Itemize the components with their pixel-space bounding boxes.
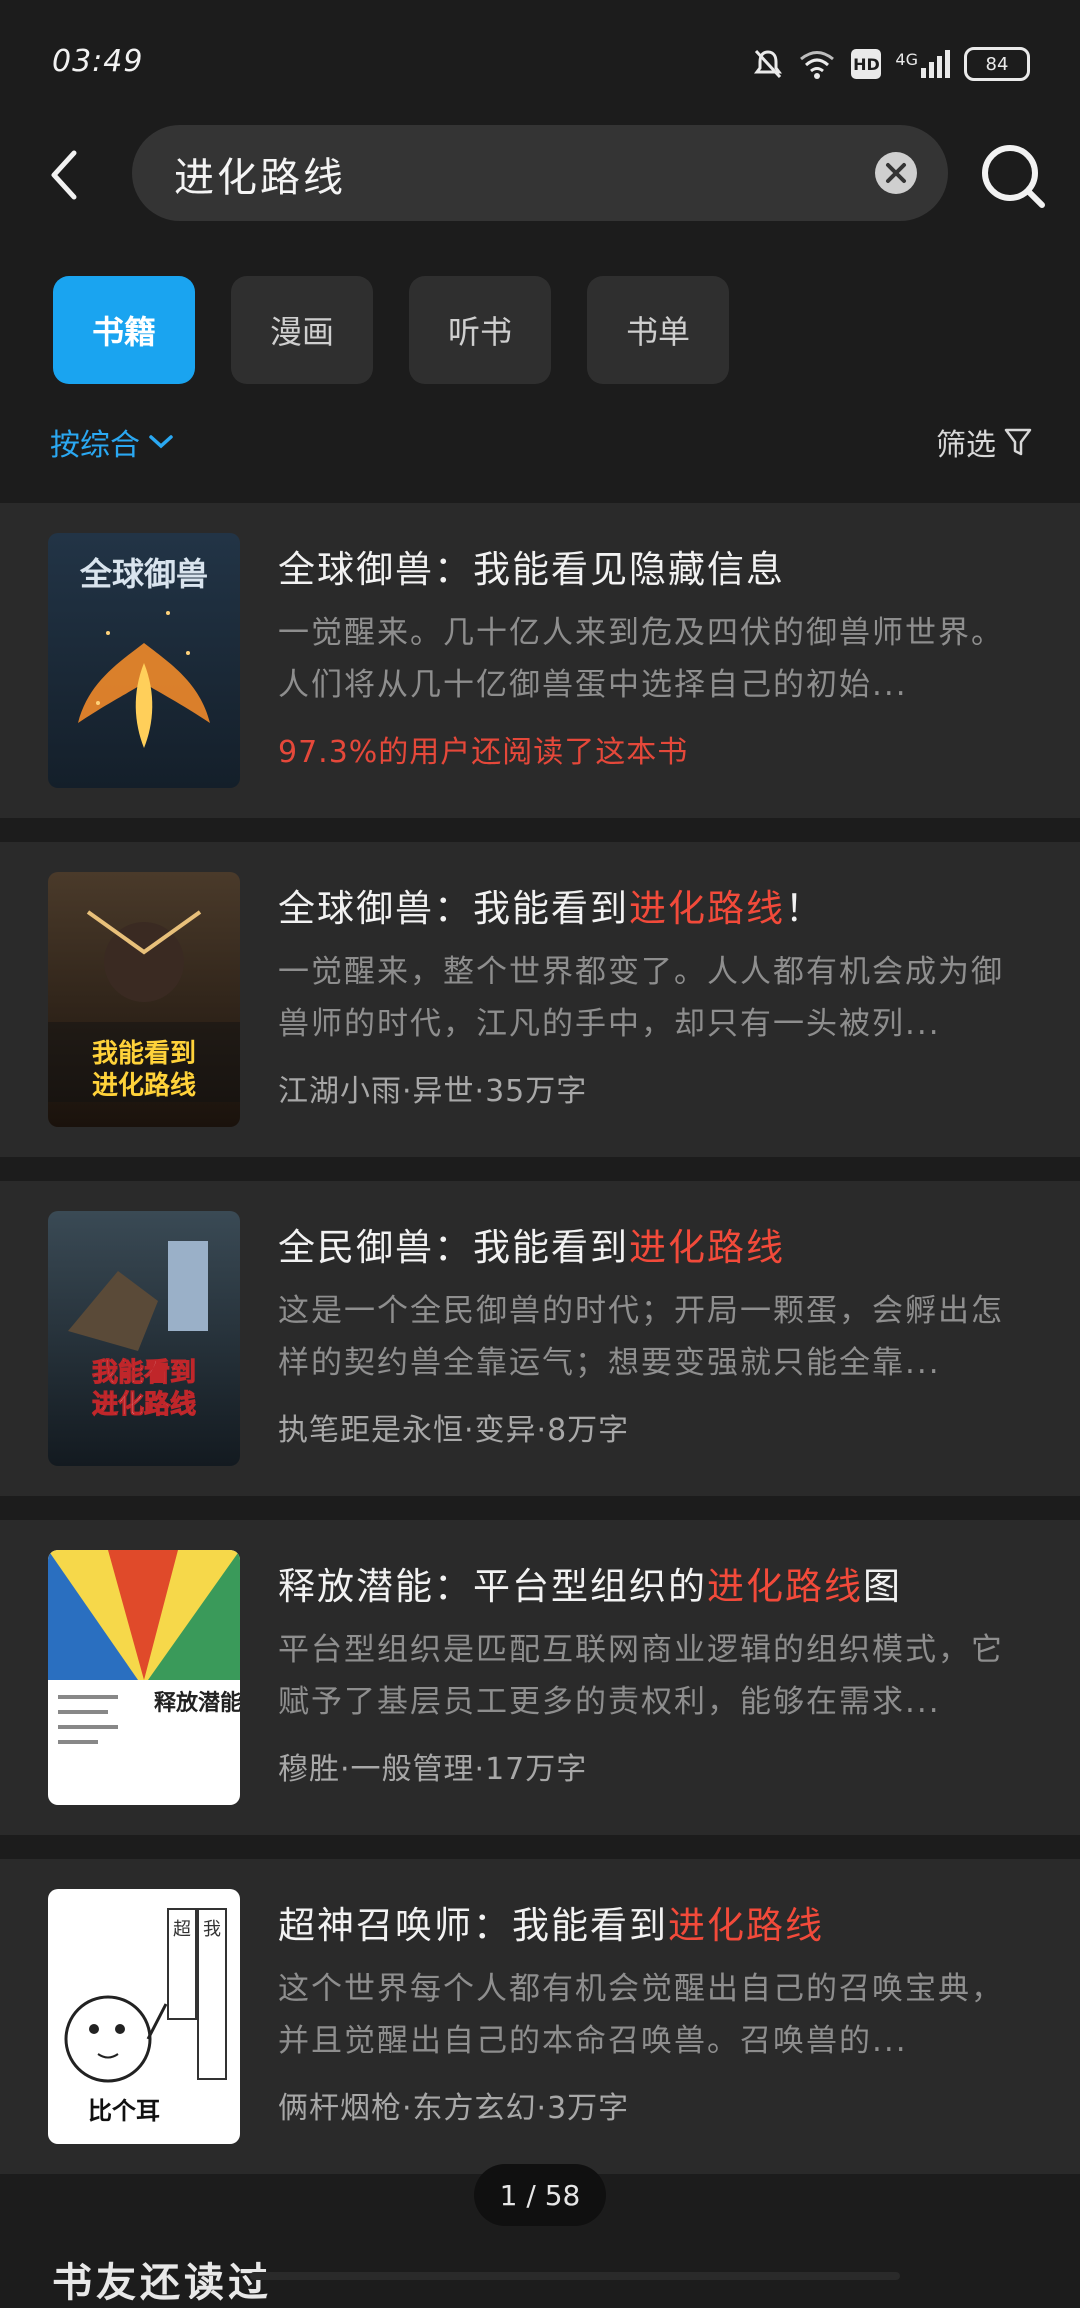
category-tabs: 书籍 漫画 听书 书单	[53, 276, 729, 384]
cover-title-text: 全球御兽	[79, 555, 208, 593]
filter-button[interactable]: 筛选	[936, 420, 1032, 464]
book-meta: 俩杆烟枪·东方玄幻·3万字	[278, 2091, 630, 2126]
book-list: 全球御兽 全球御兽：我能看见隐藏信息 一觉醒来。几十亿人来到危及四伏的御兽师世界…	[0, 503, 1080, 2198]
book-title: 全民御兽：我能看到进化路线	[278, 1226, 785, 1269]
sort-label: 按综合	[50, 428, 140, 463]
section-title: 书友还读过	[52, 2260, 272, 2306]
filter-label: 筛选	[936, 428, 996, 463]
mute-icon	[754, 49, 783, 79]
book-item[interactable]: 释放潜能 释放潜能：平台型组织的进化路线图 平台型组织是匹配互联网商业逻辑的组织…	[0, 1520, 1080, 1835]
book-cover[interactable]: 全球御兽	[48, 533, 240, 788]
signal-icon: 4G	[895, 50, 950, 78]
book-meta: 97.3%的用户还阅读了这本书	[278, 735, 689, 770]
book-item[interactable]: 我能看到 进化路线 全民御兽：我能看到进化路线 这是一个全民御兽的时代；开局一颗…	[0, 1181, 1080, 1496]
sort-dropdown[interactable]: 按综合	[50, 420, 174, 464]
book-title: 全球御兽：我能看见隐藏信息	[278, 548, 785, 591]
cover-title-text: 释放潜能	[154, 1690, 240, 1716]
clear-icon[interactable]	[874, 151, 918, 195]
status-bar: 03:49 HD 4G 84	[0, 0, 1080, 120]
book-description: 一觉醒来，整个世界都变了。人人都有机会成为御兽师的时代，江凡的手中，却只有一头被…	[278, 954, 1004, 1042]
book-description: 一觉醒来。几十亿人来到危及四伏的御兽师世界。人们将从几十亿御兽蛋中选择自己的初始…	[278, 615, 1004, 703]
book-description: 这个世界每个人都有机会觉醒出自己的召唤宝典，并且觉醒出自己的本命召唤兽。召唤兽的…	[278, 1971, 1004, 2059]
cover-title-text: 进化路线	[92, 1389, 196, 1420]
status-time: 03:49	[52, 44, 144, 79]
book-meta: 江湖小雨·异世·35万字	[278, 1074, 588, 1109]
book-description: 平台型组织是匹配互联网商业逻辑的组织模式，它赋予了基层员工更多的责权利，能够在需…	[278, 1632, 1004, 1720]
book-cover[interactable]: 我能看到 进化路线	[48, 872, 240, 1127]
tab-books[interactable]: 书籍	[53, 276, 195, 384]
book-cover[interactable]: 释放潜能	[48, 1550, 240, 1805]
wifi-icon	[800, 51, 835, 79]
book-cover[interactable]: 超 我 比个耳	[48, 1889, 240, 2144]
search-header: 进化路线	[0, 125, 1080, 225]
network-type: 4G	[895, 50, 918, 69]
tab-audiobooks[interactable]: 听书	[409, 276, 551, 384]
book-title: 超神召唤师：我能看到进化路线	[278, 1904, 824, 1947]
page-indicator: 1 / 58	[474, 2164, 606, 2226]
search-input[interactable]: 进化路线	[132, 125, 948, 221]
back-icon[interactable]	[40, 145, 92, 205]
cover-title-text: 我能看到	[92, 1038, 196, 1069]
book-item[interactable]: 超 我 比个耳 超神召唤师：我能看到进化路线 这个世界每个人都有机会觉醒出自己的…	[0, 1859, 1080, 2174]
section-divider	[250, 2272, 900, 2280]
svg-text:超: 超	[173, 1919, 191, 1940]
svg-text:我: 我	[203, 1919, 221, 1940]
cover-title-text: 进化路线	[92, 1070, 196, 1101]
book-cover[interactable]: 我能看到 进化路线	[48, 1211, 240, 1466]
sort-filter-row: 按综合 筛选	[0, 412, 1080, 472]
book-item[interactable]: 我能看到 进化路线 全球御兽：我能看到进化路线！ 一觉醒来，整个世界都变了。人人…	[0, 842, 1080, 1157]
cover-title-text: 我能看到	[92, 1357, 196, 1388]
book-title: 释放潜能：平台型组织的进化路线图	[278, 1565, 902, 1608]
tab-comics[interactable]: 漫画	[231, 276, 373, 384]
status-icons: HD 4G 84	[753, 44, 1030, 84]
book-meta: 穆胜·一般管理·17万字	[278, 1752, 588, 1787]
search-query[interactable]: 进化路线	[174, 145, 346, 203]
chevron-down-icon	[149, 435, 173, 449]
battery-indicator: 84	[964, 47, 1030, 81]
book-meta: 执笔距是永恒·变异·8万字	[278, 1413, 630, 1448]
book-title: 全球御兽：我能看到进化路线！	[278, 887, 824, 930]
hd-badge: HD	[851, 49, 882, 79]
book-description: 这是一个全民御兽的时代；开局一颗蛋，会孵出怎样的契约兽全靠运气；想要变强就只能全…	[278, 1293, 1004, 1381]
svg-text:比个耳: 比个耳	[88, 2097, 160, 2125]
filter-icon	[1004, 428, 1032, 456]
search-icon[interactable]	[978, 141, 1048, 211]
book-item[interactable]: 全球御兽 全球御兽：我能看见隐藏信息 一觉醒来。几十亿人来到危及四伏的御兽师世界…	[0, 503, 1080, 818]
tab-booklists[interactable]: 书单	[587, 276, 729, 384]
